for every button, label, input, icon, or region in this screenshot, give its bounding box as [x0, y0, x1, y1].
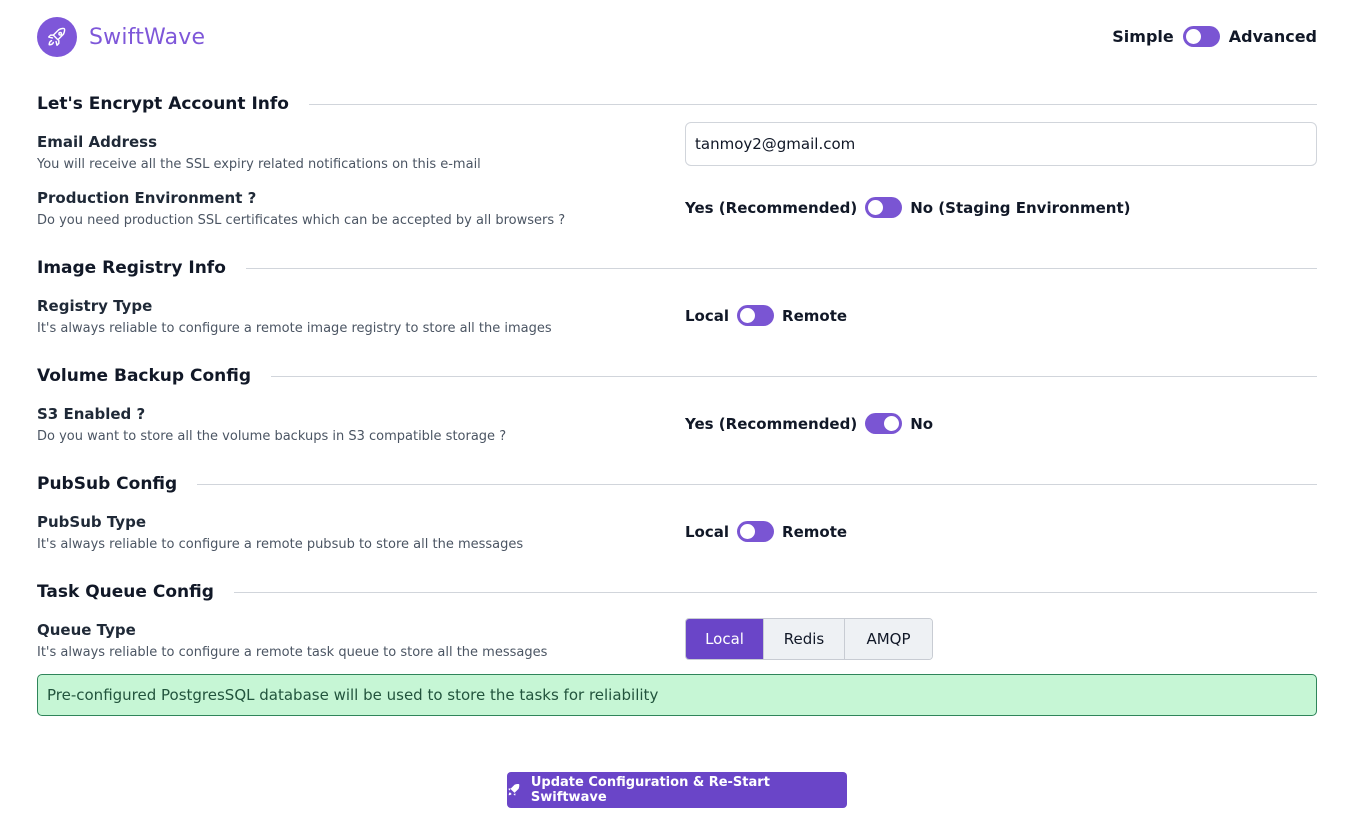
section-title: PubSub Config: [37, 474, 178, 494]
section-divider: [245, 267, 1317, 269]
mode-advanced-label: Advanced: [1228, 27, 1317, 46]
row-pubsub-type: PubSub Type It's always reliable to conf…: [37, 513, 1317, 559]
pubsub-type-description: It's always reliable to configure a remo…: [37, 537, 524, 552]
toggle-knob: [740, 308, 756, 323]
section-title: Let's Encrypt Account Info: [37, 94, 289, 114]
toggle-knob: [884, 416, 900, 431]
logo[interactable]: [37, 17, 77, 57]
row-queue-type: Queue Type It's always reliable to confi…: [37, 618, 1317, 667]
section-divider: [308, 103, 1317, 105]
toggle-knob: [1185, 29, 1201, 44]
s3-enabled-switch: Yes (Recommended) No: [685, 413, 933, 434]
pubsub-remote-label: Remote: [782, 522, 848, 541]
pubsub-type-switch: Local Remote: [685, 521, 847, 542]
section-title: Image Registry Info: [37, 258, 226, 278]
section-title: Volume Backup Config: [37, 366, 252, 386]
registry-type-switch: Local Remote: [685, 305, 847, 326]
section-volume-backup: Volume Backup Config: [37, 365, 1317, 387]
rocket-icon: [508, 784, 520, 796]
queue-option-amqp[interactable]: AMQP: [845, 619, 932, 659]
section-divider: [197, 483, 1317, 485]
queue-option-local[interactable]: Local: [686, 619, 764, 659]
section-letsencrypt: Let's Encrypt Account Info: [37, 93, 1317, 115]
toggle-knob: [740, 524, 756, 539]
email-field[interactable]: [685, 122, 1317, 166]
production-env-label: Production Environment ?: [37, 189, 257, 207]
toggle-knob: [868, 200, 884, 215]
registry-local-label: Local: [685, 306, 730, 325]
pubsub-local-label: Local: [685, 522, 730, 541]
row-email: Email Address You will receive all the S…: [37, 122, 1317, 179]
registry-type-description: It's always reliable to configure a remo…: [37, 321, 552, 336]
email-description: You will receive all the SSL expiry rela…: [37, 157, 481, 172]
registry-type-toggle[interactable]: [737, 305, 775, 326]
section-pubsub: PubSub Config: [37, 473, 1317, 495]
update-restart-label: Update Configuration & Re-Start Swiftwav…: [530, 775, 770, 805]
queue-type-label: Queue Type: [37, 621, 136, 639]
s3-enabled-toggle[interactable]: [865, 413, 903, 434]
production-yes-label: Yes (Recommended): [685, 198, 858, 217]
section-registry: Image Registry Info: [37, 257, 1317, 279]
row-production-env: Production Environment ? Do you need pro…: [37, 189, 1317, 235]
production-env-switch: Yes (Recommended) No (Staging Environmen…: [685, 197, 1131, 218]
rocket-icon: [48, 27, 66, 46]
section-divider: [271, 375, 1317, 377]
mode-switch: Simple Advanced: [1112, 26, 1317, 47]
s3-yes-label: Yes (Recommended): [685, 414, 858, 433]
task-queue-notice: Pre-configured PostgresSQL database will…: [37, 674, 1317, 716]
pubsub-type-toggle[interactable]: [737, 521, 775, 542]
section-task-queue: Task Queue Config: [37, 581, 1317, 603]
production-env-toggle[interactable]: [865, 197, 903, 218]
production-env-description: Do you need production SSL certificates …: [37, 213, 566, 228]
mode-simple-label: Simple: [1112, 27, 1174, 46]
header: SwiftWave Simple Advanced: [37, 17, 1317, 59]
registry-type-label: Registry Type: [37, 297, 153, 315]
queue-type-description: It's always reliable to configure a remo…: [37, 645, 548, 660]
s3-no-label: No: [910, 414, 934, 433]
section-divider: [233, 591, 1317, 593]
queue-option-redis[interactable]: Redis: [764, 619, 845, 659]
s3-enabled-description: Do you want to store all the volume back…: [37, 429, 507, 444]
registry-remote-label: Remote: [782, 306, 848, 325]
production-no-label: No (Staging Environment): [910, 198, 1131, 217]
update-restart-button[interactable]: Update Configuration & Re-Start Swiftwav…: [507, 772, 847, 808]
row-registry-type: Registry Type It's always reliable to co…: [37, 297, 1317, 343]
email-label: Email Address: [37, 133, 158, 151]
section-title: Task Queue Config: [37, 582, 214, 602]
queue-type-selector: Local Redis AMQP: [685, 618, 933, 660]
row-s3-enabled: S3 Enabled ? Do you want to store all th…: [37, 405, 1317, 451]
brand-name: SwiftWave: [89, 25, 206, 50]
s3-enabled-label: S3 Enabled ?: [37, 405, 146, 423]
pubsub-type-label: PubSub Type: [37, 513, 146, 531]
mode-toggle[interactable]: [1182, 26, 1220, 47]
